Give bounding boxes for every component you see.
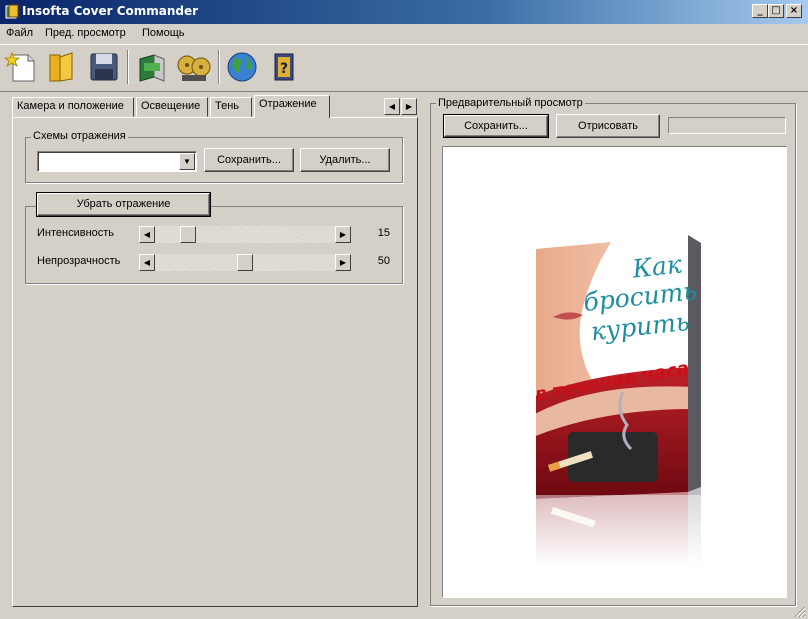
- tab-camera[interactable]: Камера и положение: [12, 97, 134, 117]
- opacity-value: 50: [377, 255, 390, 267]
- intensity-slider[interactable]: ◀ ▶: [139, 226, 351, 243]
- intensity-thumb[interactable]: [179, 226, 196, 243]
- toolbar-separator: [127, 50, 129, 84]
- minimize-button[interactable]: _: [752, 4, 768, 18]
- reflection-settings-group: [25, 206, 403, 284]
- tab-shadow[interactable]: Тень: [210, 97, 252, 117]
- arrow-right-icon[interactable]: ▶: [335, 254, 351, 271]
- preview-label: Предварительный просмотр: [436, 97, 585, 109]
- schemes-label: Схемы отражения: [31, 130, 128, 142]
- render-button[interactable]: Отрисовать: [556, 114, 660, 138]
- menu-help[interactable]: Помощь: [142, 27, 185, 39]
- scheme-combobox[interactable]: ▼: [37, 151, 197, 172]
- arrow-left-icon[interactable]: ◀: [139, 226, 155, 243]
- opacity-slider[interactable]: ◀ ▶: [139, 254, 351, 271]
- tab-scroll-left[interactable]: ◀: [384, 98, 400, 115]
- remove-reflection-button[interactable]: Убрать отражение: [36, 192, 211, 217]
- save-preview-button[interactable]: Сохранить...: [443, 114, 549, 138]
- tab-lighting[interactable]: Освещение: [136, 97, 208, 117]
- render-progress-bar: [668, 117, 786, 134]
- close-icon: ×: [789, 5, 799, 16]
- save-scheme-button[interactable]: Сохранить...: [204, 148, 294, 172]
- preview-canvas[interactable]: Как бросить курить в течение часа: [442, 146, 787, 598]
- arrow-left-icon[interactable]: ◀: [139, 254, 155, 271]
- maximize-icon: □: [771, 5, 781, 16]
- cover-3d-image: Как бросить курить в течение часа: [528, 235, 708, 595]
- menu-preview[interactable]: Пред. просмотр: [45, 27, 126, 39]
- intensity-value: 15: [377, 227, 390, 239]
- svg-text:?: ?: [280, 61, 288, 77]
- intensity-label: Интенсивность: [37, 227, 115, 239]
- film-icon[interactable]: [176, 49, 212, 85]
- toolbar-separator: [218, 50, 220, 84]
- tab-reflection[interactable]: Отражение: [254, 95, 330, 118]
- chevron-down-icon[interactable]: ▼: [179, 153, 195, 170]
- maximize-button[interactable]: □: [768, 4, 784, 18]
- resize-grip-icon[interactable]: [794, 606, 806, 618]
- opacity-thumb[interactable]: [237, 254, 253, 271]
- menu-file[interactable]: Файл: [6, 27, 33, 39]
- help-book-icon[interactable]: ?: [266, 49, 302, 85]
- open-icon[interactable]: [44, 49, 80, 85]
- export-icon[interactable]: [134, 49, 170, 85]
- arrow-right-icon: ▶: [405, 102, 413, 111]
- window-title: Insofta Cover Commander: [22, 4, 199, 18]
- app-icon: [5, 4, 19, 19]
- arrow-left-icon: ◀: [388, 102, 396, 111]
- save-icon[interactable]: [86, 49, 122, 85]
- delete-scheme-button[interactable]: Удалить...: [300, 148, 390, 172]
- close-button[interactable]: ×: [786, 4, 802, 18]
- tab-scroll-right[interactable]: ▶: [401, 98, 417, 115]
- minimize-icon: _: [757, 5, 763, 16]
- new-icon[interactable]: [4, 49, 40, 85]
- opacity-label: Непрозрачность: [37, 255, 121, 267]
- arrow-right-icon[interactable]: ▶: [335, 226, 351, 243]
- globe-icon[interactable]: [224, 49, 260, 85]
- tab-page: [12, 117, 418, 607]
